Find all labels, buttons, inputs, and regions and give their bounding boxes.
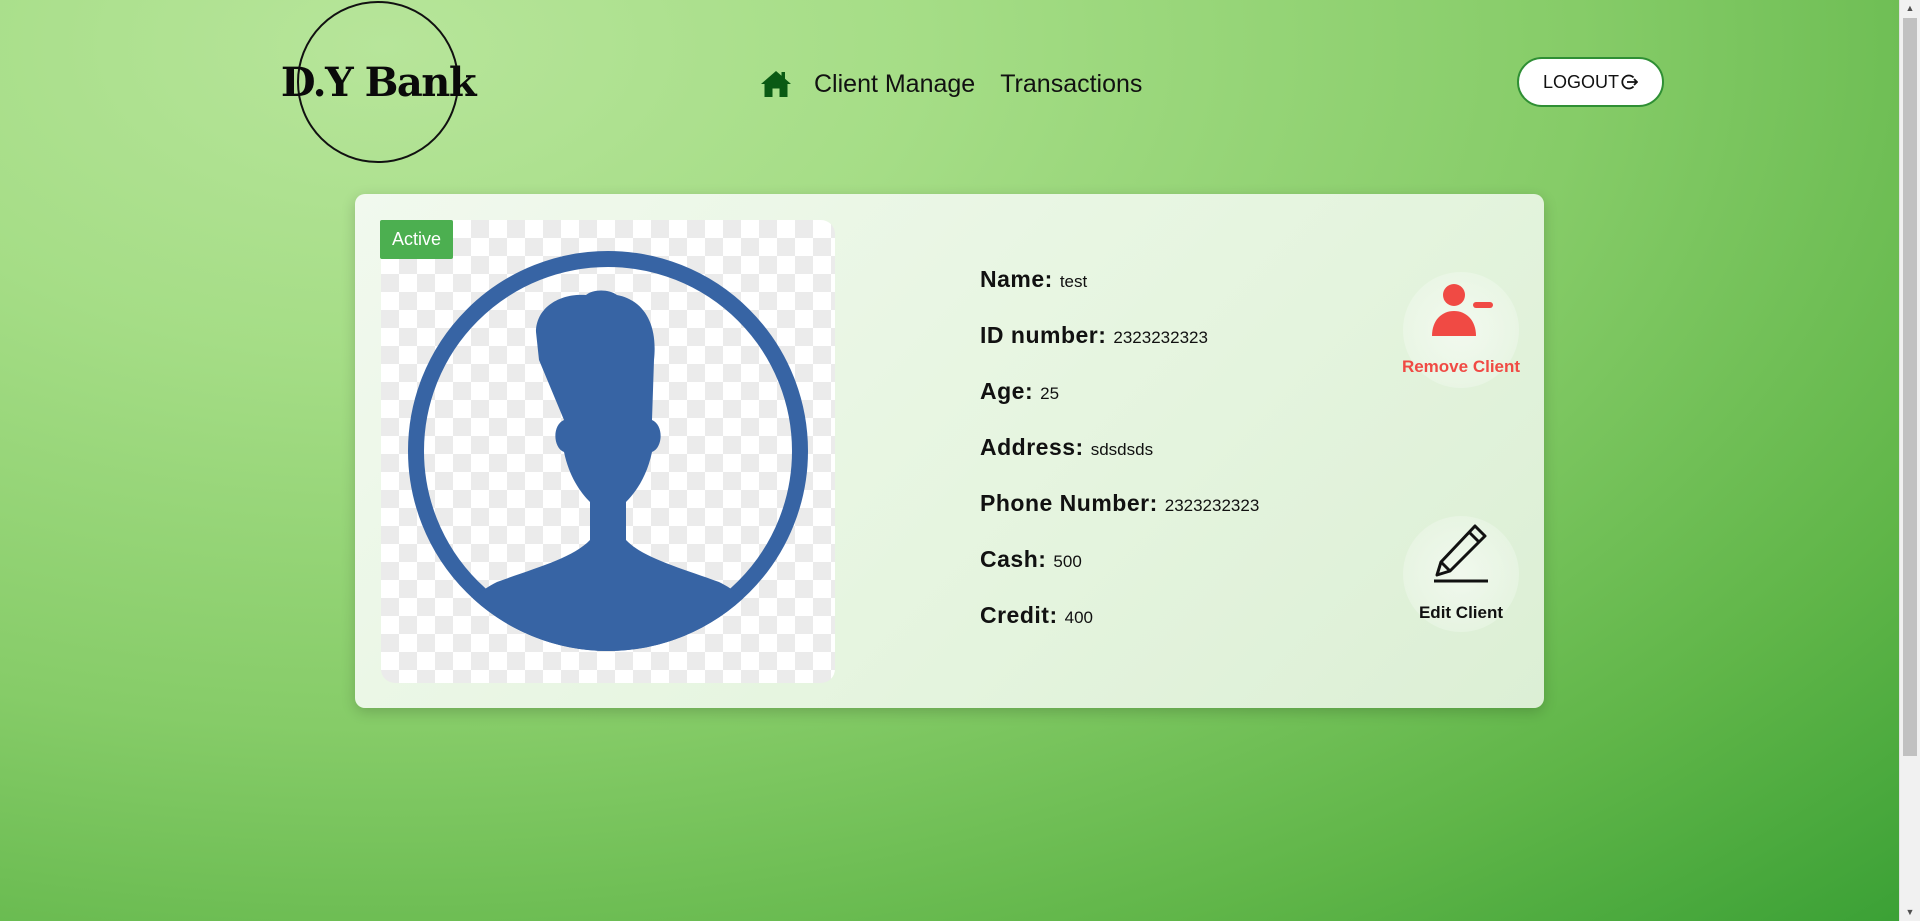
nav-link-transactions[interactable]: Transactions [1000,70,1142,99]
logout-button[interactable]: LOGOUT [1517,57,1664,107]
detail-value: 2323232323 [1113,328,1208,347]
detail-label: ID number: [980,322,1107,348]
detail-label: Name: [980,266,1053,292]
edit-client-label: Edit Client [1418,603,1504,622]
detail-label: Age: [980,378,1034,404]
client-card: Active Name: test ID number: 2323232323 … [355,194,1544,708]
logout-label: LOGOUT [1542,71,1619,92]
scrollbar-thumb[interactable] [1903,18,1917,756]
detail-row-credit: Credit: 400 [980,602,1259,658]
detail-row-name: Name: test [980,266,1259,322]
remove-user-icon [1432,284,1493,336]
detail-row-address: Address: sdsdsds [980,434,1259,490]
bank-logo[interactable]: D.Y Bank [281,1,477,163]
logo-text: D.Y Bank [280,58,477,106]
detail-label: Phone Number: [980,490,1158,516]
detail-value: test [1059,272,1088,291]
scroll-down-icon[interactable]: ▼ [1900,904,1920,921]
detail-value: 25 [1040,384,1060,403]
detail-row-id-number: ID number: 2323232323 [980,322,1259,378]
remove-client-label: Remove Client [1401,357,1521,376]
detail-label: Address: [980,434,1084,460]
detail-value: 500 [1053,552,1082,571]
detail-label: Cash: [980,546,1047,572]
detail-value: 2323232323 [1164,496,1260,515]
remove-client-button[interactable]: Remove Client [1401,272,1521,388]
logout-icon [1621,74,1638,90]
vertical-scrollbar[interactable]: ▲ ▼ [1899,0,1920,921]
detail-row-age: Age: 25 [980,378,1259,434]
main-nav: Client Manage Transactions [760,64,1167,104]
client-details: Name: test ID number: 2323232323 Age: 25… [980,266,1259,658]
client-photo [381,220,835,683]
scroll-up-icon[interactable]: ▲ [1900,0,1920,17]
edit-client-button[interactable]: Edit Client [1401,516,1521,632]
user-silhouette-icon [408,251,808,651]
detail-row-phone-number: Phone Number: 2323232323 [980,490,1259,546]
detail-value: sdsdsds [1090,440,1154,459]
detail-value: 400 [1064,608,1093,627]
pencil-icon [1434,524,1488,583]
home-icon[interactable] [760,69,792,99]
detail-row-cash: Cash: 500 [980,546,1259,602]
detail-label: Credit: [980,602,1058,628]
nav-link-client-manage[interactable]: Client Manage [814,70,975,99]
status-badge: Active [380,220,454,259]
